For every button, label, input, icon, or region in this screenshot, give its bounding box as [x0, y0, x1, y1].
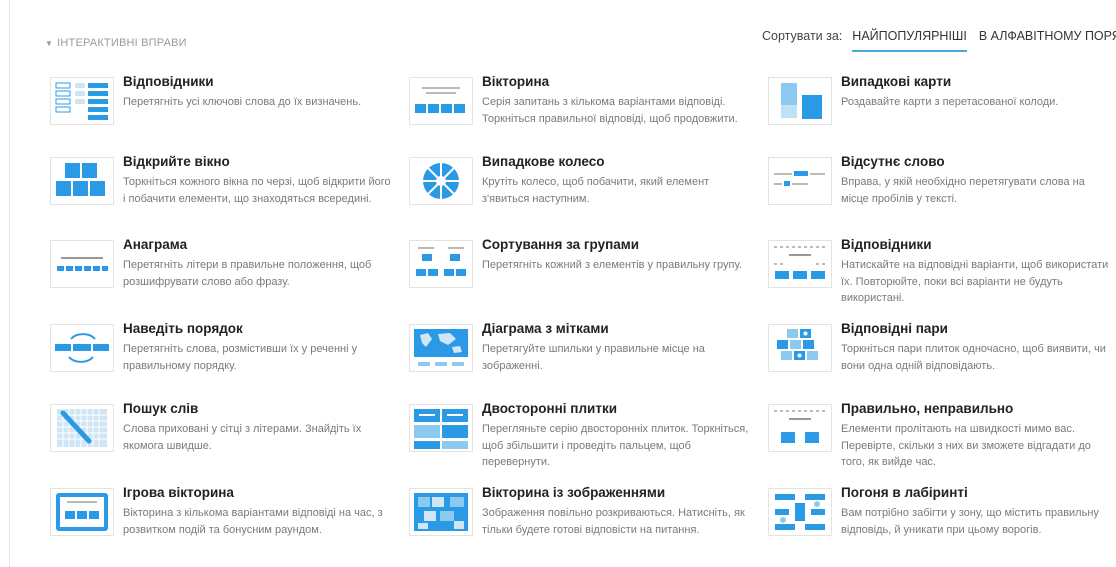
card-description: Зображення повільно розкриваються. Натис…	[482, 507, 745, 536]
card-title: Відсутнє слово	[841, 154, 945, 169]
section-label: ІНТЕРАКТИВНІ ВПРАВИ	[57, 37, 187, 49]
template-card-match-up[interactable]: Відповідники Перетягніть усі ключові сло…	[50, 74, 390, 147]
template-card-matching-pairs[interactable]: Відповідні пари Торкніться пари плиток о…	[768, 321, 1108, 394]
card-title: Правильно, неправильно	[841, 401, 1014, 416]
card-title: Сортування за групами	[482, 237, 640, 252]
anagram-icon	[50, 240, 114, 288]
card-description: Перетягніть слова, розмістивши їх у рече…	[123, 343, 358, 372]
flip-tiles-icon	[409, 404, 473, 452]
card-description: Перегляньте серію двосторонніх плиток. Т…	[482, 423, 749, 468]
card-description: Вікторина з кількома варіантами відповід…	[123, 507, 383, 536]
card-description: Вам потрібно забігти у зону, що містить …	[841, 507, 1099, 536]
card-description: Перетягніть кожний з елементів у правиль…	[482, 259, 742, 271]
template-card-flip-tiles[interactable]: Двосторонні плитки Перегляньте серію дво…	[409, 401, 749, 474]
template-card-missing-word[interactable]: Відсутнє слово Вправа, у якій необхідно …	[768, 154, 1108, 227]
random-cards-icon	[768, 77, 832, 125]
sort-option-alphabetical[interactable]: В АЛФАВІТНОМУ ПОРЯДКУ	[979, 29, 1116, 50]
card-title: Відкрийте вікно	[123, 154, 230, 169]
card-title: Двосторонні плитки	[482, 401, 617, 416]
template-card-image-quiz[interactable]: Вікторина із зображеннями Зображення пов…	[409, 485, 749, 558]
match-up-icon	[50, 77, 114, 125]
sort-option-popular[interactable]: НАЙПОПУЛЯРНІШІ	[852, 29, 967, 52]
card-title: Наведіть порядок	[123, 321, 243, 336]
card-title: Відповідні пари	[841, 321, 948, 336]
left-divider	[9, 0, 10, 567]
image-quiz-icon	[409, 488, 473, 536]
card-title: Анаграма	[123, 237, 188, 252]
card-description: Крутіть колесо, щоб побачити, який елеме…	[482, 176, 710, 205]
template-card-gameshow-quiz[interactable]: Ігрова вікторина Вікторина з кількома ва…	[50, 485, 390, 558]
open-box-icon	[50, 157, 114, 205]
labelled-diagram-icon	[409, 324, 473, 372]
template-card-true-false[interactable]: Правильно, неправильно Елементи пролітаю…	[768, 401, 1108, 474]
card-title: Відповідники	[841, 237, 932, 252]
matching-pairs-icon	[768, 324, 832, 372]
card-description: Серія запитань з кількома варіантами від…	[482, 96, 738, 125]
group-sort-icon	[409, 240, 473, 288]
card-title: Вікторина	[482, 74, 550, 89]
template-card-random-wheel[interactable]: Випадкове колесо Крутіть колесо, щоб поб…	[409, 154, 749, 227]
caret-down-icon: ▼	[45, 38, 54, 48]
missing-word-icon	[768, 157, 832, 205]
template-card-maze-chase[interactable]: Погоня в лабіринті Вам потрібно забігти …	[768, 485, 1108, 558]
template-card-quiz[interactable]: Вікторина Серія запитань з кількома варі…	[409, 74, 749, 147]
wordsearch-icon	[50, 404, 114, 452]
template-card-find-the-match[interactable]: Відповідники Натискайте на відповідні ва…	[768, 237, 1109, 310]
true-false-icon	[768, 404, 832, 452]
card-description: Елементи пролітають на швидкості мимо ва…	[841, 423, 1091, 468]
card-description: Натискайте на відповідні варіанти, щоб в…	[841, 259, 1109, 304]
template-card-wordsearch[interactable]: Пошук слів Слова приховані у сітці з літ…	[50, 401, 390, 474]
card-title: Погоня в лабіринті	[841, 485, 968, 500]
template-card-random-cards[interactable]: Випадкові карти Роздавайте карти з перет…	[768, 74, 1108, 147]
card-description: Торкніться пари плиток одночасно, щоб ви…	[841, 343, 1106, 372]
card-title: Випадкове колесо	[482, 154, 605, 169]
template-card-unjumble[interactable]: Наведіть порядок Перетягніть слова, розм…	[50, 321, 390, 394]
card-description: Перетягніть літери в правильне положення…	[123, 259, 372, 288]
card-title: Випадкові карти	[841, 74, 952, 89]
template-card-group-sort[interactable]: Сортування за групами Перетягніть кожний…	[409, 237, 749, 310]
sort-bar: Сортувати за: НАЙПОПУЛЯРНІШІ В АЛФАВІТНО…	[762, 29, 1116, 52]
card-description: Торкніться кожного вікна по черзі, щоб в…	[123, 176, 391, 205]
card-title: Вікторина із зображеннями	[482, 485, 666, 500]
card-description: Перетягніть усі ключові слова до їх визн…	[123, 96, 362, 108]
sort-label: Сортувати за:	[762, 29, 843, 43]
card-description: Вправа, у якій необхідно перетягувати сл…	[841, 176, 1085, 205]
card-title: Пошук слів	[123, 401, 199, 416]
card-title: Діаграма з мітками	[482, 321, 609, 336]
card-title: Ігрова вікторина	[123, 485, 234, 500]
maze-chase-icon	[768, 488, 832, 536]
find-the-match-icon	[768, 240, 832, 288]
card-description: Перетягуйте шпильки у правильне місце на…	[482, 343, 705, 372]
card-description: Слова приховані у сітці з літерами. Знай…	[123, 423, 362, 452]
card-title: Відповідники	[123, 74, 214, 89]
unjumble-icon	[50, 324, 114, 372]
template-card-open-box[interactable]: Відкрийте вікно Торкніться кожного вікна…	[50, 154, 391, 227]
template-card-anagram[interactable]: Анаграма Перетягніть літери в правильне …	[50, 237, 390, 310]
gameshow-quiz-icon	[50, 488, 114, 536]
card-description: Роздавайте карти з перетасованої колоди.	[841, 96, 1059, 108]
quiz-icon	[409, 77, 473, 125]
random-wheel-icon	[409, 157, 473, 205]
template-card-labelled-diagram[interactable]: Діаграма з мітками Перетягуйте шпильки у…	[409, 321, 749, 394]
section-toggle-interactive[interactable]: ▼ ІНТЕРАКТИВНІ ВПРАВИ	[45, 37, 187, 49]
